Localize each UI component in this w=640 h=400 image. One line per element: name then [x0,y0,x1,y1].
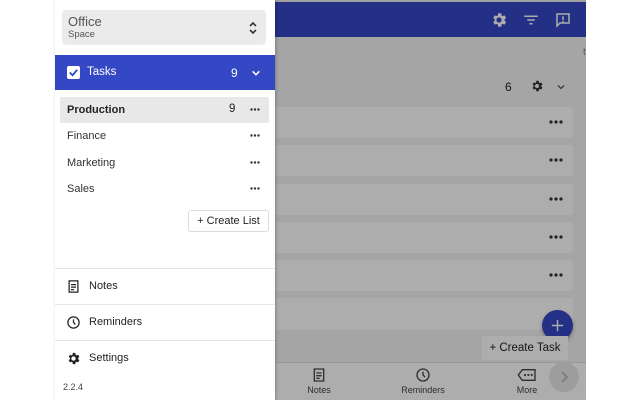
list-item-finance[interactable]: Finance [60,123,269,149]
nav-label: Reminders [401,385,445,395]
chevron-down-icon[interactable] [555,81,567,93]
clock-icon [67,316,80,329]
clock-icon [416,368,430,382]
plus-icon [551,319,564,332]
gear-icon[interactable] [490,11,508,29]
list-count: 6 [505,80,512,94]
tasks-label: Tasks [87,66,117,78]
nav-label: Notes [307,385,331,395]
nav-item-more[interactable]: More [497,367,557,395]
list-count: 9 [229,103,236,115]
menu-item-notes[interactable]: Notes [55,269,275,303]
filter-icon[interactable] [522,11,540,29]
list-label: Marketing [67,157,116,169]
chevron-down-icon[interactable] [251,68,261,78]
tasks-count: 9 [231,66,238,80]
more-dots-icon[interactable] [549,197,563,201]
more-dots-icon[interactable] [549,235,563,239]
more-dots-icon[interactable] [250,187,260,190]
more-dots-icon[interactable] [250,134,260,137]
list-label: Production [67,104,126,116]
more-dots-icon[interactable] [250,161,260,164]
menu-label: Settings [89,352,129,364]
more-icon [517,369,536,381]
workspace-name: Office [68,14,102,29]
note-icon [313,368,325,382]
menu-label: Notes [89,280,118,292]
more-dots-icon[interactable] [250,108,260,111]
sort-arrows-icon [249,21,257,35]
gear-icon[interactable] [530,79,544,93]
screen: 6 + Create Task Notes Reminders More t O… [0,0,640,400]
note-icon [68,280,79,293]
menu-item-settings[interactable]: Settings [55,341,275,375]
tasks-section-header[interactable]: Tasks 9 [55,55,275,90]
navigation-drawer: Office Space Tasks 9 Production 9 Financ… [55,0,275,400]
list-item-marketing[interactable]: Marketing [60,150,269,176]
nav-item-reminders[interactable]: Reminders [393,367,453,395]
workspace-selector[interactable]: Office Space [62,10,266,45]
more-dots-icon[interactable] [549,120,563,124]
edge-text: t [583,47,586,58]
checkbox-icon [67,66,80,79]
chevron-right-icon [561,371,569,383]
list-label: Sales [67,183,95,195]
more-dots-icon[interactable] [549,273,563,277]
list-item-sales[interactable]: Sales [60,176,269,202]
nav-label: More [516,385,538,395]
more-dots-icon[interactable] [549,158,563,162]
workspace-type: Space [68,29,95,40]
create-list-button[interactable]: + Create List [188,210,269,232]
list-item-production[interactable]: Production 9 [60,97,269,123]
gear-icon [68,352,80,365]
nav-item-notes[interactable]: Notes [289,367,349,395]
app-version: 2.2.4 [63,382,84,392]
next-button[interactable] [549,362,579,392]
feedback-icon[interactable] [554,11,572,29]
menu-item-reminders[interactable]: Reminders [55,305,275,339]
create-task-button[interactable]: + Create Task [482,336,568,360]
list-label: Finance [67,130,107,142]
menu-label: Reminders [89,316,143,328]
